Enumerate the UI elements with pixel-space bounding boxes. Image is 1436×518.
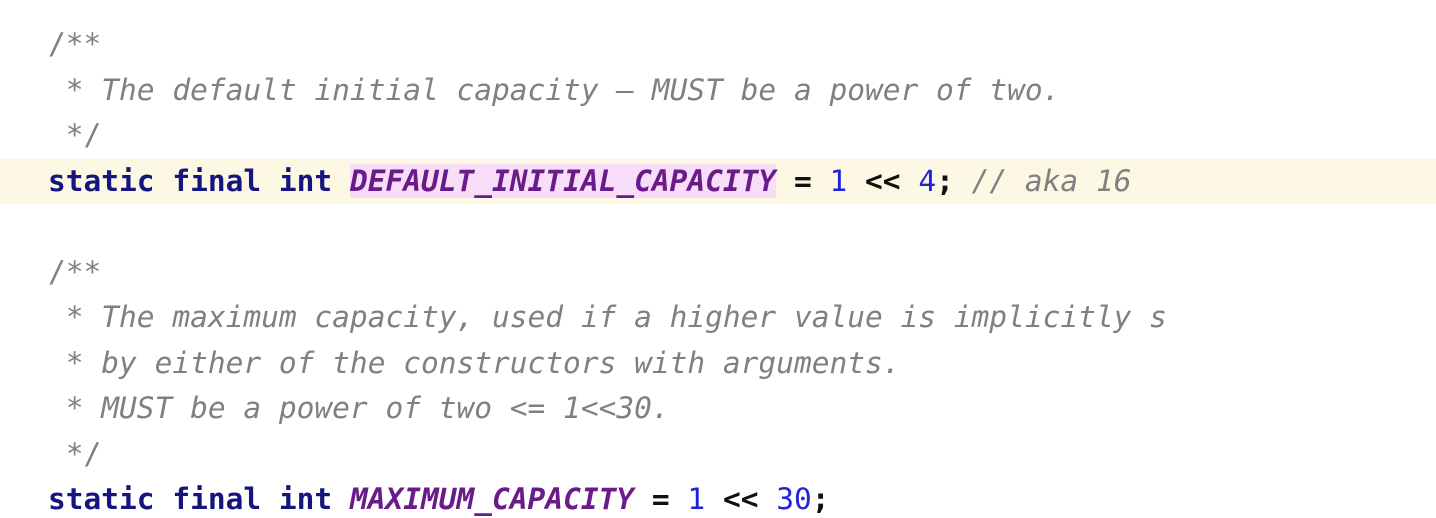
code-line[interactable]: * by either of the constructors with arg… xyxy=(0,341,1436,387)
identifier-occurrence-token: DEFAULT_INITIAL_CAPACITY xyxy=(349,163,777,198)
operator-token: << xyxy=(865,163,901,198)
comment-token: /** xyxy=(48,254,102,289)
code-line[interactable]: */ xyxy=(0,432,1436,478)
code-line[interactable]: * MUST be a power of two <= 1<<30. xyxy=(0,386,1436,432)
operator-token: = xyxy=(793,163,812,198)
code-editor-view[interactable]: /** * The default initial capacity — MUS… xyxy=(0,0,1436,518)
operator-token: << xyxy=(722,482,759,516)
number-literal-token: 1 xyxy=(829,163,848,198)
code-line[interactable]: /** xyxy=(0,250,1436,296)
punctuation-token: ; xyxy=(811,482,830,516)
number-literal-token: 1 xyxy=(687,482,706,516)
keyword-token: static final int xyxy=(48,482,350,516)
code-line[interactable]: /** xyxy=(0,22,1436,68)
code-line[interactable]: static final int MAXIMUM_CAPACITY = 1 <<… xyxy=(0,477,1436,518)
code-line[interactable]: * The maximum capacity, used if a higher… xyxy=(0,295,1436,341)
number-literal-token: 4 xyxy=(918,163,937,198)
comment-token: * MUST be a power of two <= 1<<30. xyxy=(48,391,670,425)
comment-token: */ xyxy=(48,436,102,471)
code-line[interactable]: */ xyxy=(0,113,1436,159)
keyword-token: static final int xyxy=(48,163,350,198)
punctuation-token: ; xyxy=(936,163,954,198)
code-line[interactable]: * The default initial capacity — MUST be… xyxy=(0,68,1436,114)
comment-token: * by either of the constructors with arg… xyxy=(48,345,901,380)
comment-token: */ xyxy=(48,118,102,152)
comment-token: /** xyxy=(48,27,102,61)
comment-token: * The default initial capacity — MUST be… xyxy=(48,72,1061,107)
code-line[interactable] xyxy=(0,204,1436,250)
identifier-token: MAXIMUM_CAPACITY xyxy=(349,482,635,516)
comment-token: // aka 16 xyxy=(971,163,1132,198)
code-line-content: static final int DEFAULT_INITIAL_CAPACIT… xyxy=(0,159,1131,205)
number-literal-token: 30 xyxy=(776,482,812,516)
operator-token: = xyxy=(651,482,670,516)
comment-token: * The maximum capacity, used if a higher… xyxy=(48,300,1167,334)
code-line-current[interactable]: static final int DEFAULT_INITIAL_CAPACIT… xyxy=(0,158,1436,205)
